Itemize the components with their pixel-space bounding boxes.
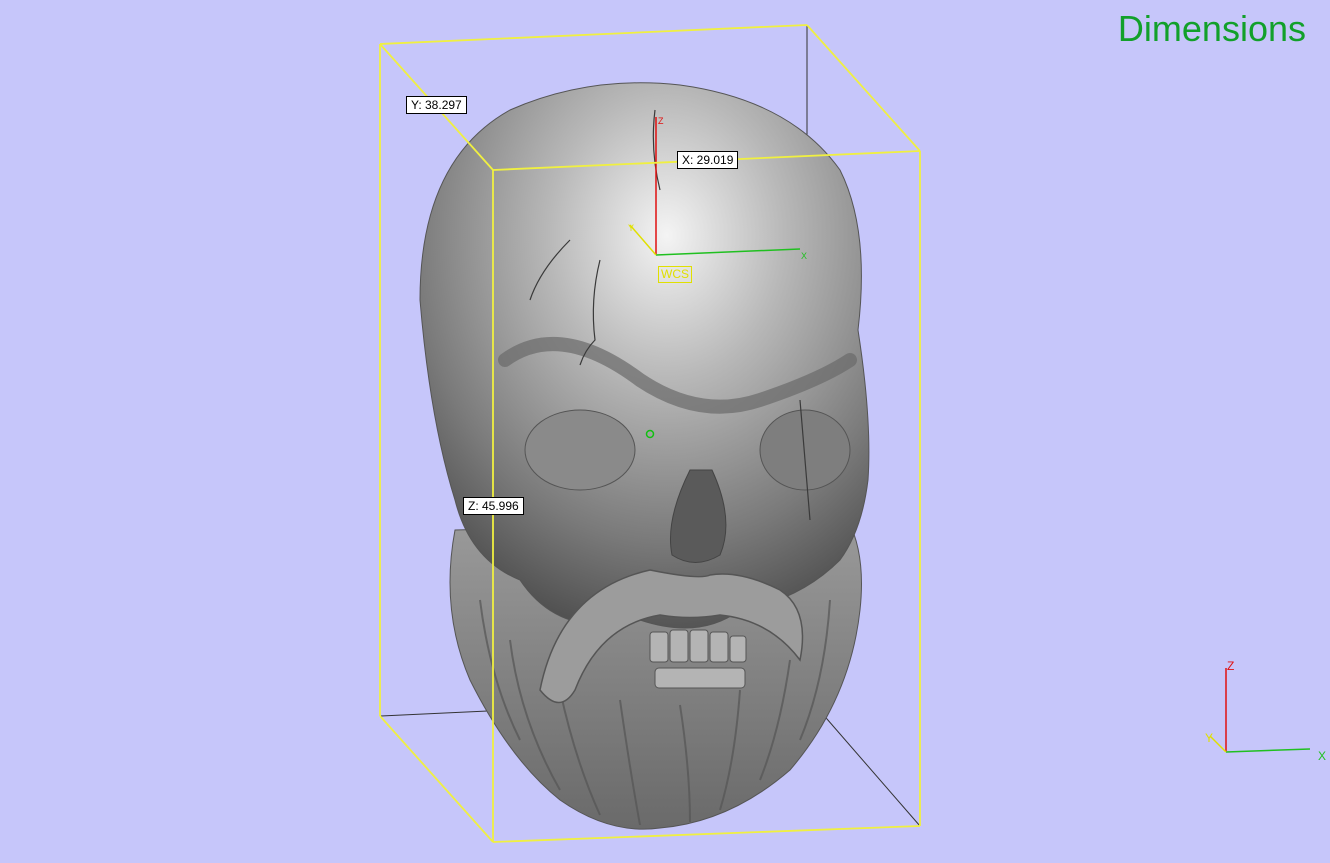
wcs-label: WCS <box>658 266 692 283</box>
wcs-y-axis-letter: Y <box>628 223 635 233</box>
dimension-z-label: Z: 45.996 <box>463 497 524 515</box>
wcs-x-axis-letter: X <box>801 251 808 261</box>
3d-viewport[interactable]: Dimensions Y: 38.297 X: 29.019 Z: 45.996… <box>0 0 1330 863</box>
triad-y-label: Y <box>1205 731 1214 745</box>
teeth <box>649 629 747 689</box>
right-eye-socket <box>759 409 851 491</box>
triad-x-label: X <box>1318 749 1327 763</box>
skull-model[interactable] <box>419 82 870 830</box>
dimension-y-label: Y: 38.297 <box>406 96 467 114</box>
view-title: Dimensions <box>1117 8 1306 49</box>
axis-triad <box>1209 668 1311 753</box>
dimension-x-label: X: 29.019 <box>677 151 739 169</box>
wcs-z-axis-letter: Z <box>658 116 664 126</box>
left-eye-socket <box>524 409 636 491</box>
scene-canvas[interactable] <box>0 0 1330 863</box>
triad-z-label: Z <box>1227 659 1235 673</box>
